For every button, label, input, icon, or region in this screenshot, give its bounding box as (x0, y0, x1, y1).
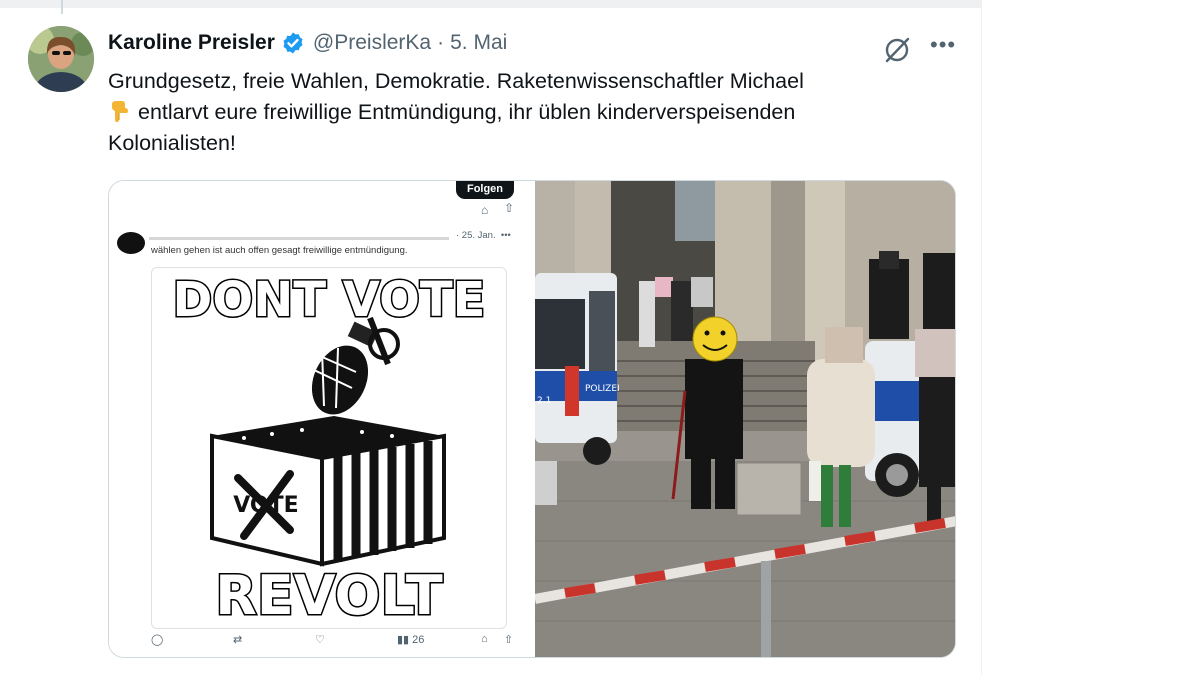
avatar[interactable] (28, 26, 94, 92)
share-icon: ⇧ (504, 634, 514, 646)
poster-title: DONT VOTE (173, 272, 486, 328)
post-actions: ◯ ⇄ ♡ ▮▮ 26 ⌂ ⇧ (109, 633, 533, 653)
grenade-icon (311, 316, 400, 415)
tweet-text-line: Grundgesetz, freie Wahlen, Demokratie. R… (108, 69, 804, 93)
police-text: POLIZEI (585, 384, 620, 394)
like-icon: ♡ (315, 634, 325, 646)
display-name[interactable]: Karoline Preisler (108, 31, 275, 55)
reply-icon: ◯ (151, 634, 164, 646)
follow-button: Folgen (456, 181, 514, 199)
tweet-text: Grundgesetz, freie Wahlen, Demokratie. R… (108, 66, 958, 159)
bookmark-icon: ⌂ (481, 633, 488, 645)
media-image-screenshot[interactable]: Folgen ⌂ ⇧ · 25. Jan. ••• wählen gehen i… (109, 181, 533, 657)
views-count: ▮▮ 26 (397, 634, 425, 646)
repost-icon: ⇄ (233, 634, 243, 646)
tweet-text-line: Kolonialisten! (108, 131, 236, 155)
tweet[interactable]: Karoline Preisler @PreislerKa · 5. Mai •… (0, 8, 982, 675)
tweet-text-content: entlarvt eure freiwillige Entmündigung, … (138, 100, 796, 124)
more-icon[interactable]: ••• (930, 34, 956, 56)
tweet-header: Karoline Preisler @PreislerKa · 5. Mai (108, 29, 507, 57)
media-image-photo[interactable]: POLIZEI 2.1 (535, 181, 955, 657)
post-text: wählen gehen ist auch offen gesagt freiw… (151, 245, 408, 256)
ballot-box-icon: VOTE (210, 416, 446, 567)
post-date: · 25. Jan. ••• (456, 230, 511, 241)
grok-icon[interactable] (882, 35, 912, 65)
share-icon: ⇧ (504, 201, 515, 215)
separator: · (437, 31, 445, 54)
media-grid[interactable]: Folgen ⌂ ⇧ · 25. Jan. ••• wählen gehen i… (108, 180, 956, 658)
handle[interactable]: @PreislerKa (313, 31, 431, 55)
dont-vote-poster: DONT VOTE REVOLT (151, 267, 507, 629)
previous-post-edge (0, 0, 982, 8)
post-date[interactable]: 5. Mai (450, 31, 507, 55)
avatar (117, 232, 145, 254)
poster-subtitle: REVOLT (215, 564, 443, 627)
smiley-face-icon (692, 316, 738, 362)
bookmark-icon: ⌂ (481, 203, 489, 217)
blurred-name (149, 237, 449, 240)
car-number: 2.1 (537, 396, 551, 406)
tweet-text-line: entlarvt eure freiwillige Entmündigung, … (108, 97, 958, 128)
verified-badge-icon (281, 31, 305, 55)
pointing-down-hand-emoji (108, 99, 132, 123)
